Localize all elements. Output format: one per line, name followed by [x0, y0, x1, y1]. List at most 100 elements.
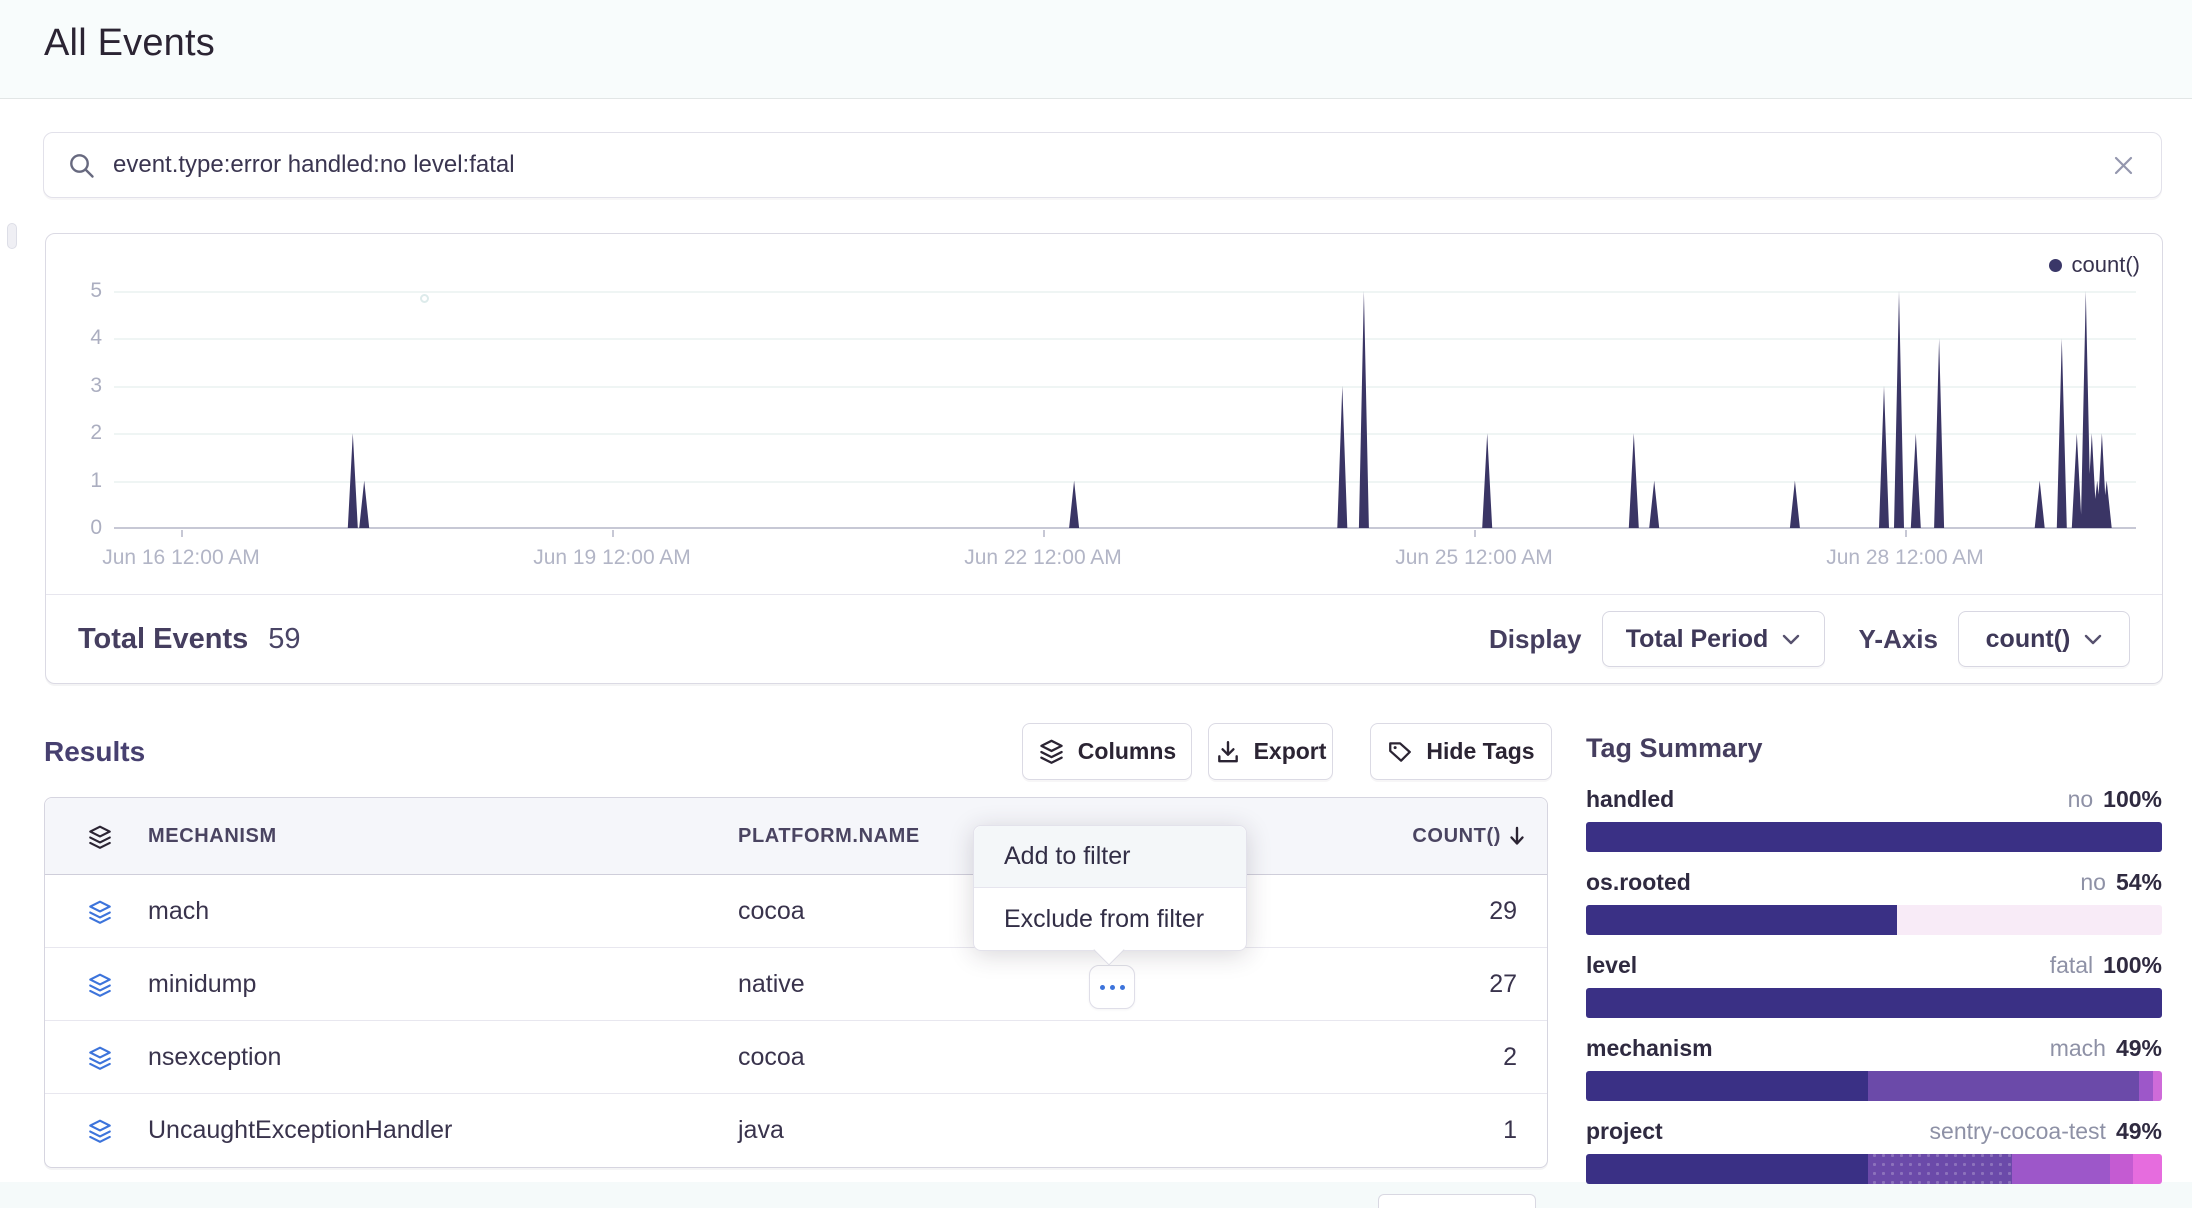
y-tick-label: 4 [46, 326, 102, 350]
events-chart-panel: count() 012345 Jun 16 12:00 AMJun 19 12:… [45, 233, 2163, 684]
table-row[interactable]: mach cocoa 29 [45, 875, 1547, 948]
tag-top-percent: 49% [2116, 1118, 2162, 1144]
tag-summary-item-project[interactable]: project sentry-cocoa-test49% [1586, 1118, 2162, 1184]
tag-name: level [1586, 952, 1637, 979]
display-select[interactable]: Total Period [1602, 611, 1825, 667]
tag-bar-segment[interactable] [1586, 1154, 1868, 1184]
stack-icon [1038, 738, 1065, 765]
menu-item-add-to-filter[interactable]: Add to filter [974, 826, 1246, 888]
tag-bar-segment[interactable] [1868, 1071, 2139, 1101]
cell-count[interactable]: 29 [1489, 875, 1517, 948]
tag-summary-item-os.rooted[interactable]: os.rooted no 54% [1586, 869, 2162, 935]
cell-platform[interactable]: native [738, 948, 805, 1021]
tag-icon [1387, 739, 1413, 765]
stack-icon[interactable] [87, 824, 113, 850]
tag-bar-segment[interactable] [2110, 1154, 2133, 1184]
column-header-count-label: COUNT() [1412, 825, 1501, 848]
tag-top-value: mach [2050, 1035, 2106, 1061]
tag-summary-item-level[interactable]: level fatal100% [1586, 952, 2162, 1018]
tag-top-value: no [2068, 786, 2094, 812]
hide-tags-button[interactable]: Hide Tags [1370, 723, 1552, 780]
y-tick-label: 2 [46, 421, 102, 445]
total-events-value: 59 [268, 623, 300, 656]
tag-top-value: no [2080, 869, 2106, 895]
tag-bar-segment[interactable] [2139, 1071, 2153, 1101]
y-axis-select-value: count() [1986, 625, 2071, 654]
download-icon [1215, 739, 1241, 765]
export-button-label: Export [1254, 738, 1327, 765]
panel-drag-handle[interactable] [7, 223, 17, 249]
tag-distribution-bar[interactable] [1586, 1154, 2162, 1184]
tag-top-percent: 54% [2116, 869, 2162, 895]
cell-mechanism[interactable]: minidump [148, 948, 256, 1021]
table-row[interactable]: nsexception cocoa 2 [45, 1021, 1547, 1094]
sort-desc-icon [1507, 825, 1527, 847]
table-header-row: MECHANISM PLATFORM.NAME COUNT() [45, 798, 1547, 875]
events-spike-chart[interactable] [114, 251, 2136, 529]
tag-bar-segment[interactable] [2133, 1154, 2162, 1184]
tag-bar-segment[interactable] [1586, 988, 2162, 1018]
tag-bar-segment[interactable] [1586, 905, 1897, 935]
chevron-down-icon [2084, 634, 2102, 645]
column-header-count[interactable]: COUNT() [1412, 825, 1527, 848]
search-input[interactable]: event.type:error handled:no level:fatal [113, 151, 2110, 179]
stack-icon [87, 1045, 113, 1071]
tag-distribution-bar[interactable] [1586, 988, 2162, 1018]
display-label: Display [1489, 624, 1582, 655]
y-tick-label: 0 [46, 516, 102, 540]
pagination-button-partial[interactable] [1378, 1194, 1536, 1208]
tag-bar-segment[interactable] [1586, 1071, 1868, 1101]
cell-count[interactable]: 1 [1503, 1094, 1517, 1167]
table-row[interactable]: UncaughtExceptionHandler java 1 [45, 1094, 1547, 1167]
tag-name: os.rooted [1586, 869, 1691, 896]
tag-top-percent: 49% [2116, 1035, 2162, 1061]
ellipsis-dot [1120, 985, 1125, 990]
x-tick-label: Jun 22 12:00 AM [964, 546, 1122, 570]
cell-count[interactable]: 2 [1503, 1021, 1517, 1094]
results-heading: Results [44, 736, 145, 768]
results-table: MECHANISM PLATFORM.NAME COUNT() mach coc… [44, 797, 1548, 1168]
table-row[interactable]: minidump native 27 [45, 948, 1547, 1021]
page-bottom-strip [0, 1182, 2192, 1208]
cell-mechanism[interactable]: mach [148, 875, 209, 948]
tag-distribution-bar[interactable] [1586, 905, 2162, 935]
cell-mechanism[interactable]: nsexception [148, 1021, 281, 1094]
chevron-down-icon [1782, 634, 1800, 645]
cell-actions-button[interactable] [1089, 965, 1135, 1009]
export-button[interactable]: Export [1208, 723, 1333, 780]
column-header-platform[interactable]: PLATFORM.NAME [738, 825, 920, 848]
tag-bar-segment[interactable] [2012, 1154, 2110, 1184]
page-header: All Events [0, 0, 2192, 99]
tag-bar-segment[interactable] [2153, 1071, 2162, 1101]
tag-name: handled [1586, 786, 1674, 813]
cell-platform[interactable]: cocoa [738, 1021, 805, 1094]
tag-summary-item-handled[interactable]: handled no100% [1586, 786, 2162, 852]
cell-mechanism[interactable]: UncaughtExceptionHandler [148, 1094, 452, 1167]
cell-platform[interactable]: java [738, 1094, 784, 1167]
y-tick-label: 3 [46, 374, 102, 398]
page-title: All Events [44, 22, 215, 65]
search-bar[interactable]: event.type:error handled:no level:fatal [43, 132, 2162, 198]
tag-distribution-bar[interactable] [1586, 1071, 2162, 1101]
tag-top-percent: 100% [2103, 952, 2162, 978]
cell-platform[interactable]: cocoa [738, 875, 805, 948]
tag-distribution-bar[interactable] [1586, 822, 2162, 852]
y-axis-select[interactable]: count() [1958, 611, 2130, 667]
tag-name: mechanism [1586, 1035, 1713, 1062]
column-header-mechanism[interactable]: MECHANISM [148, 825, 277, 848]
tag-summary-item-mechanism[interactable]: mechanism mach 49% [1586, 1035, 2162, 1101]
chart-point-marker [420, 294, 429, 303]
cell-actions-menu: Add to filter Exclude from filter [973, 825, 1247, 951]
columns-button[interactable]: Columns [1022, 723, 1192, 780]
tag-bar-segment[interactable] [1868, 1154, 2012, 1184]
stack-icon [87, 899, 113, 925]
x-tick-label: Jun 19 12:00 AM [533, 546, 691, 570]
tag-bar-segment[interactable] [1586, 822, 2162, 852]
tag-summary-heading: Tag Summary [1586, 733, 1763, 764]
cell-count[interactable]: 27 [1489, 948, 1517, 1021]
clear-search-icon[interactable] [2110, 152, 2137, 179]
columns-button-label: Columns [1078, 738, 1176, 765]
y-tick-label: 5 [46, 279, 102, 303]
tag-bar-segment[interactable] [1897, 905, 2162, 935]
search-icon [68, 152, 95, 179]
